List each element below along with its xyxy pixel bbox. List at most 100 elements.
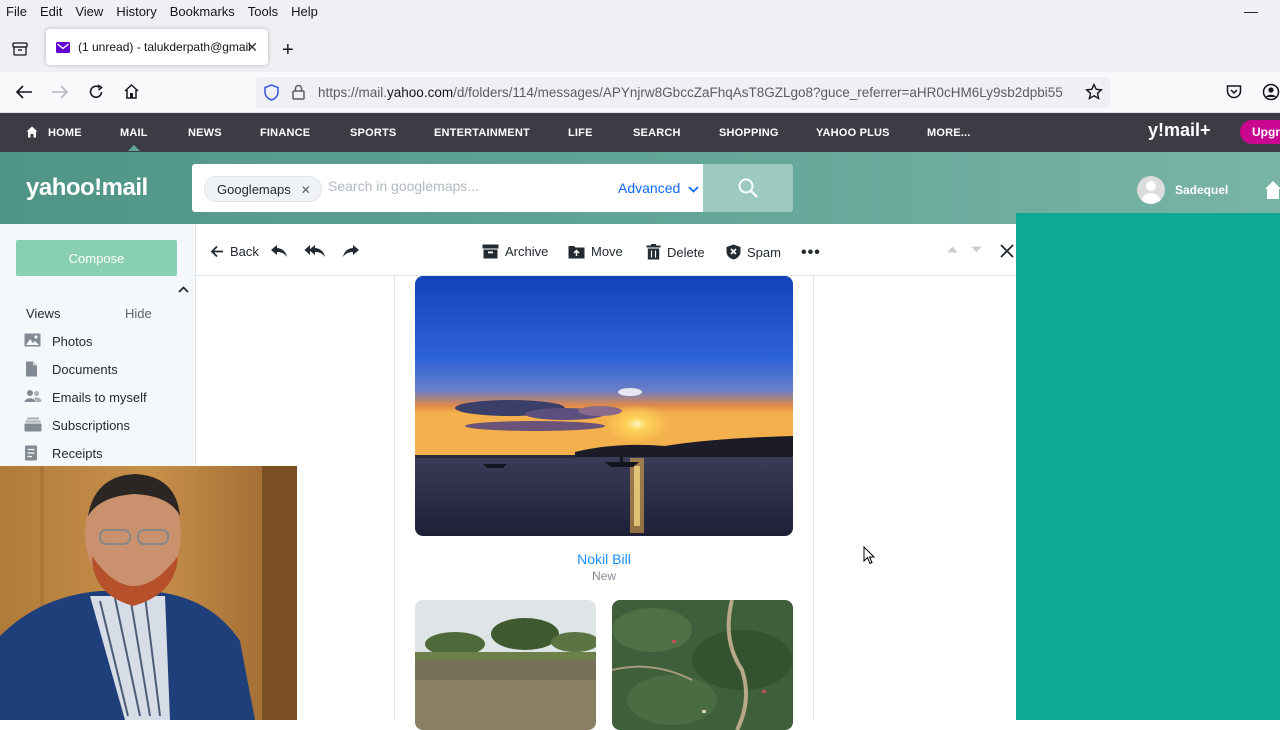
browser-navbar: https://mail.yahoo.com/d/folders/114/mes… — [0, 72, 1280, 113]
forward-arrow-icon[interactable] — [51, 84, 69, 100]
nav-sports[interactable]: SPORTS — [350, 127, 396, 139]
message-toolbar: Back Archive Move Delete Spam ••• — [196, 224, 1016, 276]
reply-all-icon[interactable] — [304, 244, 326, 258]
nav-life[interactable]: LIFE — [568, 127, 593, 139]
search-box: Googlemaps ✕ Advanced — [192, 164, 703, 212]
yahoo-mail-favicon-icon — [56, 41, 70, 53]
collapse-views-icon[interactable] — [178, 286, 189, 293]
people-icon — [24, 389, 42, 405]
back-icon — [210, 245, 223, 258]
search-chip-label: Googlemaps — [217, 182, 291, 197]
advanced-search-button[interactable]: Advanced — [618, 180, 699, 196]
new-tab-icon[interactable]: + — [282, 39, 294, 62]
url-text: https://mail.yahoo.com/d/folders/114/mes… — [318, 85, 1063, 100]
browser-tab-active[interactable]: (1 unread) - talukderpath@gmail.com ✕ — [46, 29, 268, 65]
next-message-icon[interactable] — [971, 246, 982, 253]
archive-button[interactable]: Archive — [482, 244, 548, 259]
sidebar-item-label: Documents — [52, 361, 118, 377]
sidebar-item-label: Subscriptions — [52, 417, 131, 433]
views-hide-link[interactable]: Hide — [125, 306, 152, 321]
nav-more[interactable]: MORE... — [927, 127, 971, 139]
user-menu[interactable]: Sadequel — [1137, 176, 1228, 204]
account-icon[interactable] — [1262, 83, 1280, 101]
search-icon — [738, 178, 758, 198]
sidebar-item-receipts[interactable]: Receipts — [24, 445, 103, 461]
bookmark-star-icon[interactable] — [1085, 83, 1103, 101]
sidebar: Compose Views Hide Photos Documents Emai… — [0, 224, 196, 468]
browser-menubar: File Edit View History Bookmarks Tools H… — [0, 0, 1280, 22]
search-input[interactable] — [328, 178, 588, 194]
sidebar-item-label: Receipts — [52, 445, 103, 461]
sidebar-item-label: Emails to myself — [52, 389, 147, 405]
photo-thumbnail[interactable] — [415, 600, 596, 730]
archive-icon — [482, 244, 499, 259]
photo-status: New — [591, 569, 616, 583]
previous-message-icon[interactable] — [947, 246, 958, 253]
home-shortcut-icon[interactable] — [1264, 180, 1280, 200]
message-column: Nokil Bill New — [394, 276, 814, 730]
yahoo-mail-plus-logo[interactable]: y!mail+ — [1148, 120, 1211, 141]
photo-sender-name[interactable]: Nokil Bill — [395, 551, 813, 567]
yahoo-mail-logo[interactable]: yahoo!mail — [26, 174, 148, 202]
sidebar-item-photos[interactable]: Photos — [24, 333, 92, 349]
sidebar-item-label: Photos — [52, 333, 93, 349]
reply-icon[interactable] — [270, 244, 288, 258]
move-button[interactable]: Move — [568, 244, 623, 259]
nav-mail[interactable]: MAIL — [120, 127, 148, 151]
sidebar-item-documents[interactable]: Documents — [24, 361, 118, 377]
mouse-cursor-icon — [863, 546, 875, 565]
subscriptions-icon — [24, 417, 42, 433]
search-filter-chip[interactable]: Googlemaps ✕ — [204, 176, 322, 202]
close-message-icon[interactable] — [1000, 244, 1014, 258]
reload-icon[interactable] — [88, 84, 104, 100]
message-area: Nokil Bill New — [196, 276, 1016, 730]
tracking-shield-icon[interactable] — [264, 84, 279, 101]
lock-icon[interactable] — [292, 84, 305, 100]
nav-entertainment[interactable]: ENTERTAINMENT — [434, 127, 530, 139]
menu-bookmarks[interactable]: Bookmarks — [170, 4, 235, 19]
nav-shopping[interactable]: SHOPPING — [719, 127, 779, 139]
spam-shield-icon — [726, 244, 741, 260]
nav-yahoo-plus[interactable]: YAHOO PLUS — [816, 127, 890, 139]
avatar — [1137, 176, 1165, 204]
search-button[interactable] — [703, 164, 793, 212]
home-nav-icon — [26, 126, 38, 138]
menu-edit[interactable]: Edit — [40, 4, 62, 19]
spam-button[interactable]: Spam — [726, 244, 781, 260]
tab-list-icon[interactable] — [12, 42, 28, 56]
menu-view[interactable]: View — [75, 4, 103, 19]
document-icon — [24, 361, 42, 377]
back-button[interactable]: Back — [210, 244, 259, 259]
delete-button[interactable]: Delete — [646, 244, 705, 260]
nav-finance[interactable]: FINANCE — [260, 127, 310, 139]
nav-home[interactable]: HOME — [48, 127, 82, 139]
move-folder-icon — [568, 246, 585, 259]
pocket-icon[interactable] — [1226, 84, 1242, 99]
photo-thumbnail[interactable] — [415, 276, 793, 536]
forward-icon[interactable] — [342, 244, 360, 258]
menu-help[interactable]: Help — [291, 4, 318, 19]
sidebar-item-subscriptions[interactable]: Subscriptions — [24, 417, 130, 433]
compose-button[interactable]: Compose — [16, 240, 177, 276]
yahoo-top-nav: HOME MAIL NEWS FINANCE SPORTS ENTERTAINM… — [0, 113, 1280, 152]
back-arrow-icon[interactable] — [15, 84, 33, 100]
nav-news[interactable]: NEWS — [188, 127, 222, 139]
close-tab-icon[interactable]: ✕ — [246, 39, 258, 56]
minimize-window-button[interactable]: — — [1244, 3, 1258, 19]
user-name: Sadequel — [1175, 183, 1229, 197]
url-bar[interactable]: https://mail.yahoo.com/d/folders/114/mes… — [256, 77, 1110, 108]
menu-tools[interactable]: Tools — [248, 4, 278, 19]
upgrade-button[interactable]: Upgr — [1240, 120, 1280, 144]
more-actions-icon[interactable]: ••• — [801, 244, 821, 262]
receipt-icon — [24, 445, 42, 461]
tab-title: (1 unread) - talukderpath@gmail.com — [78, 40, 250, 54]
photo-thumbnail[interactable] — [612, 600, 793, 730]
menu-file[interactable]: File — [6, 4, 27, 19]
nav-search[interactable]: SEARCH — [633, 127, 681, 139]
menu-history[interactable]: History — [116, 4, 156, 19]
chevron-down-icon — [688, 186, 699, 193]
remove-chip-icon[interactable]: ✕ — [301, 183, 311, 197]
home-icon[interactable] — [123, 83, 140, 100]
browser-tabbar: (1 unread) - talukderpath@gmail.com ✕ + — [0, 22, 1280, 72]
sidebar-item-emails-to-myself[interactable]: Emails to myself — [24, 389, 147, 405]
